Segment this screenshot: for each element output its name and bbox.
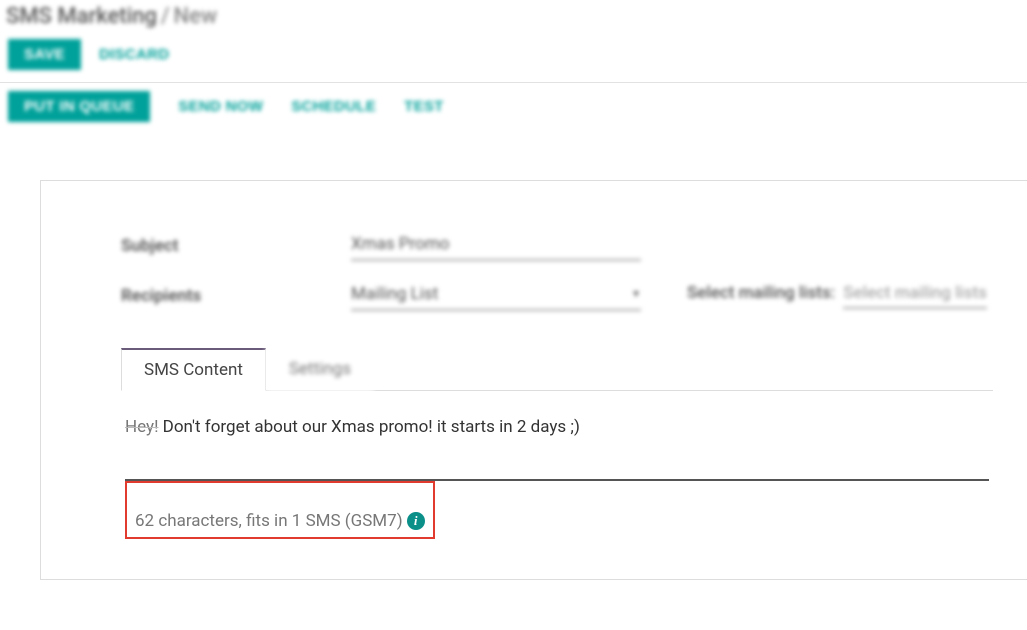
mailing-label: Select mailing lists: xyxy=(687,283,835,303)
sms-status: 62 characters, fits in 1 SMS (GSM7) i xyxy=(129,507,431,535)
subject-input[interactable]: Xmas Promo xyxy=(351,231,641,261)
mailing-list-field[interactable]: Select mailing lists: Select mailing lis… xyxy=(687,283,987,309)
toolbar-save: SAVE DISCARD xyxy=(0,33,1027,80)
toolbar-actions: PUT IN QUEUE SEND NOW SCHEDULE TEST xyxy=(0,83,1027,130)
recipients-select[interactable]: Mailing List ▼ xyxy=(351,281,641,311)
recipients-row: Recipients Mailing List ▼ Select mailing… xyxy=(121,281,993,311)
sms-textarea[interactable]: Hey! Don't forget about our Xmas promo! … xyxy=(125,417,989,481)
tab-settings[interactable]: Settings xyxy=(266,348,374,391)
save-button[interactable]: SAVE xyxy=(8,39,81,70)
tab-sms-content[interactable]: SMS Content xyxy=(121,348,266,391)
form-card: Subject Xmas Promo Recipients Mailing Li… xyxy=(40,180,1027,580)
mailing-placeholder: Select mailing lists xyxy=(843,283,987,309)
chevron-down-icon: ▼ xyxy=(631,289,641,300)
sms-prefix: Hey! xyxy=(125,417,158,437)
send-now-button[interactable]: SEND NOW xyxy=(178,98,263,115)
breadcrumb-current: New xyxy=(174,4,218,29)
subject-row: Subject Xmas Promo xyxy=(121,231,993,261)
discard-button[interactable]: DISCARD xyxy=(99,46,169,63)
highlight-box: 62 characters, fits in 1 SMS (GSM7) i xyxy=(125,481,435,539)
info-icon[interactable]: i xyxy=(407,512,425,530)
schedule-button[interactable]: SCHEDULE xyxy=(291,98,376,115)
put-in-queue-button[interactable]: PUT IN QUEUE xyxy=(8,91,150,122)
sms-content-panel: Hey! Don't forget about our Xmas promo! … xyxy=(121,391,993,539)
recipients-label: Recipients xyxy=(121,286,351,306)
test-button[interactable]: TEST xyxy=(404,98,444,115)
breadcrumb-root[interactable]: SMS Marketing xyxy=(6,4,157,29)
breadcrumb: SMS Marketing/New xyxy=(0,0,1027,33)
subject-label: Subject xyxy=(121,236,351,256)
sms-body: Don't forget about our Xmas promo! it st… xyxy=(158,417,579,437)
tabs: SMS Content Settings xyxy=(121,347,993,391)
